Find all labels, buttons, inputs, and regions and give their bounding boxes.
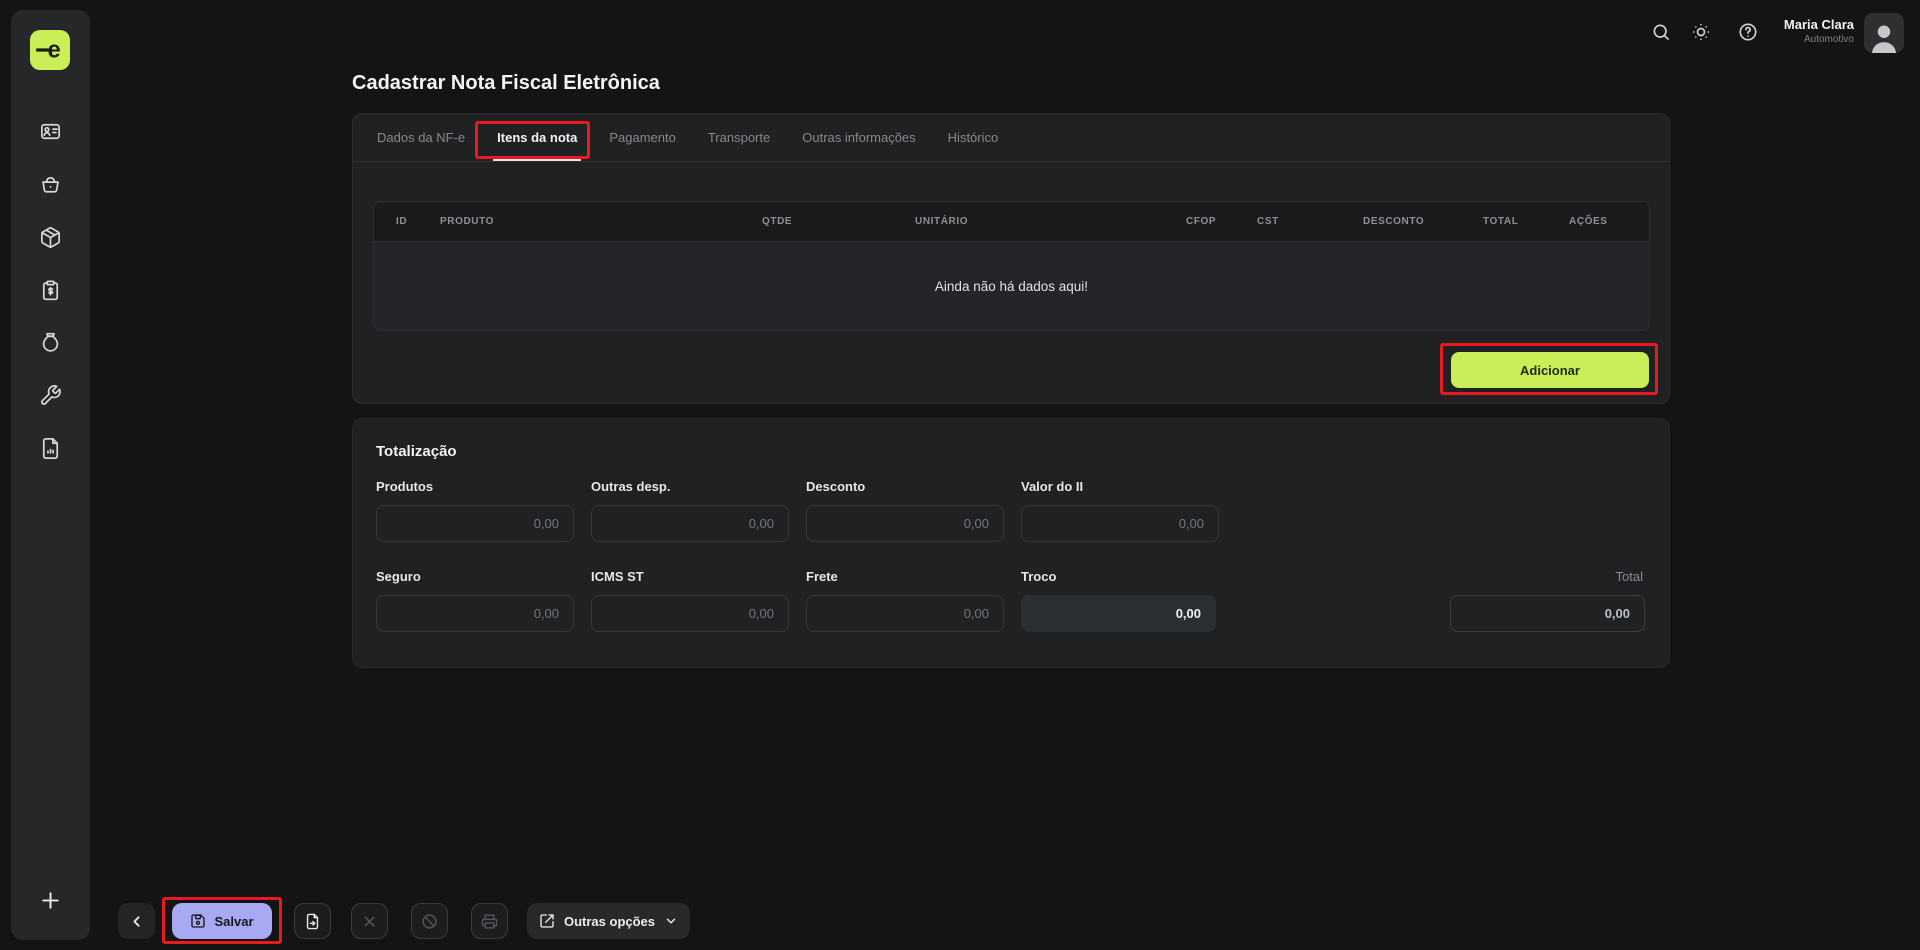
- back-button[interactable]: [118, 903, 155, 939]
- valor-do-ii-label: Valor do II: [1021, 479, 1083, 494]
- package-icon: [39, 226, 62, 249]
- produtos-input[interactable]: [376, 505, 574, 542]
- save-icon: [190, 913, 206, 929]
- save-label: Salvar: [214, 914, 253, 929]
- close-button[interactable]: [351, 903, 388, 939]
- shopping-basket-icon: [39, 173, 62, 196]
- brand-e-icon: e: [35, 35, 65, 65]
- valor-do-ii-input[interactable]: [1021, 505, 1219, 542]
- sidebar-item-billing[interactable]: [39, 279, 62, 302]
- page-title: Cadastrar Nota Fiscal Eletrônica: [352, 72, 660, 95]
- file-chart-icon: [39, 437, 62, 460]
- seguro-input[interactable]: [376, 595, 574, 632]
- col-acoes: AÇÕES: [1569, 216, 1629, 227]
- money-bag-icon: [39, 331, 62, 354]
- col-produto: PRODUTO: [440, 216, 762, 227]
- user-role: Automotivo: [1784, 33, 1854, 46]
- items-table-header: ID PRODUTO QTDE UNITÁRIO CFOP CST DESCON…: [374, 202, 1649, 242]
- chevron-left-icon: [128, 913, 145, 930]
- tab-historico[interactable]: Histórico: [948, 114, 999, 161]
- tab-transporte[interactable]: Transporte: [708, 114, 770, 161]
- nfe-tabbar: Dados da NF-e Itens da nota Pagamento Tr…: [353, 114, 1669, 162]
- person-silhouette-icon: [1867, 19, 1901, 53]
- col-total: TOTAL: [1483, 216, 1569, 227]
- total-input[interactable]: [1450, 595, 1645, 632]
- printer-icon: [481, 913, 498, 930]
- sidebar: e: [11, 10, 90, 940]
- outras-desp-label: Outras desp.: [591, 479, 670, 494]
- search-icon[interactable]: [1651, 22, 1671, 42]
- seguro-label: Seguro: [376, 569, 421, 584]
- troco-label: Troco: [1021, 569, 1056, 584]
- col-desconto: DESCONTO: [1363, 216, 1483, 227]
- col-cst: CST: [1257, 216, 1363, 227]
- help-icon[interactable]: [1738, 22, 1758, 42]
- close-icon: [361, 913, 378, 930]
- items-table-empty-state: Ainda não há dados aqui!: [374, 242, 1649, 331]
- plus-icon: [38, 888, 63, 913]
- troco-input[interactable]: [1021, 595, 1216, 632]
- col-qtde: QTDE: [762, 216, 915, 227]
- items-table: ID PRODUTO QTDE UNITÁRIO CFOP CST DESCON…: [373, 201, 1650, 331]
- add-item-button[interactable]: Adicionar: [1451, 352, 1649, 388]
- sidebar-item-dashboard[interactable]: [39, 120, 62, 143]
- nfe-card: Dados da NF-e Itens da nota Pagamento Tr…: [352, 113, 1670, 404]
- save-button[interactable]: Salvar: [172, 903, 272, 939]
- external-link-icon: [539, 913, 555, 929]
- theme-brightness-icon[interactable]: [1691, 22, 1711, 42]
- sidebar-item-products[interactable]: [39, 226, 62, 249]
- user-info[interactable]: Maria Clara Automotivo: [1784, 17, 1854, 46]
- tab-outras-informacoes[interactable]: Outras informações: [802, 114, 915, 161]
- frete-input[interactable]: [806, 595, 1004, 632]
- col-cfop: CFOP: [1186, 216, 1257, 227]
- produtos-label: Produtos: [376, 479, 433, 494]
- more-options-button[interactable]: Outras opções: [527, 903, 690, 939]
- totalizacao-title: Totalização: [376, 443, 457, 460]
- svg-text:e: e: [48, 37, 61, 64]
- app-logo[interactable]: e: [30, 30, 70, 70]
- icms-st-label: ICMS ST: [591, 569, 644, 584]
- more-options-label: Outras opções: [564, 914, 655, 929]
- chevron-down-icon: [664, 914, 678, 928]
- outras-desp-input[interactable]: [591, 505, 789, 542]
- avatar[interactable]: [1864, 13, 1904, 53]
- file-export-icon: [304, 913, 321, 930]
- sidebar-add-button[interactable]: [38, 888, 63, 913]
- tab-itens-da-nota[interactable]: Itens da nota: [497, 114, 577, 161]
- total-label: Total: [1616, 569, 1643, 584]
- clipboard-dollar-icon: [39, 279, 62, 302]
- sidebar-item-services[interactable]: [39, 384, 62, 407]
- frete-label: Frete: [806, 569, 838, 584]
- tab-pagamento[interactable]: Pagamento: [609, 114, 676, 161]
- ban-icon: [421, 913, 438, 930]
- wrench-icon: [39, 384, 62, 407]
- sidebar-item-sales[interactable]: [39, 173, 62, 196]
- id-card-icon: [39, 120, 62, 143]
- empty-message: Ainda não há dados aqui!: [935, 279, 1088, 294]
- user-name: Maria Clara: [1784, 17, 1854, 33]
- sidebar-item-finance[interactable]: [39, 331, 62, 354]
- totalizacao-card: Totalização Produtos Outras desp. Descon…: [352, 418, 1670, 668]
- col-unitario: UNITÁRIO: [915, 216, 1186, 227]
- desconto-input[interactable]: [806, 505, 1004, 542]
- desconto-label: Desconto: [806, 479, 865, 494]
- icms-st-input[interactable]: [591, 595, 789, 632]
- generate-file-button[interactable]: [294, 903, 331, 939]
- cancel-button[interactable]: [411, 903, 448, 939]
- sidebar-item-reports[interactable]: [39, 437, 62, 460]
- tab-dados-da-nfe[interactable]: Dados da NF-e: [377, 114, 465, 161]
- col-id: ID: [396, 216, 440, 227]
- print-button[interactable]: [471, 903, 508, 939]
